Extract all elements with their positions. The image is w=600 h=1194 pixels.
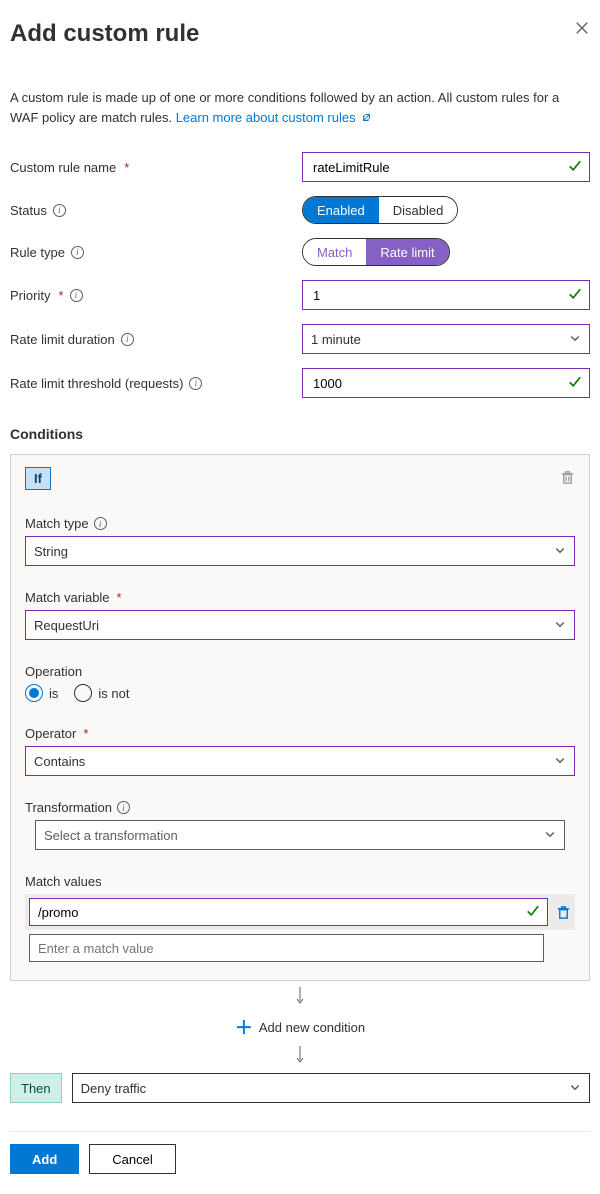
priority-label: Priority [10,288,50,303]
info-icon[interactable]: i [94,517,107,530]
threshold-label: Rate limit threshold (requests) [10,376,183,391]
required-asterisk: * [83,726,88,741]
delete-match-value-button[interactable] [556,905,571,920]
operation-is-radio[interactable]: is [25,684,58,702]
valid-check-icon [526,904,540,921]
name-label: Custom rule name [10,160,116,175]
match-value-input[interactable] [29,898,548,926]
match-type-label: Match type [25,516,89,531]
info-icon[interactable]: i [53,204,66,217]
chevron-down-icon [544,828,556,843]
valid-check-icon [568,287,582,304]
status-label: Status [10,203,47,218]
match-variable-label: Match variable [25,590,110,605]
operation-isnot-radio[interactable]: is not [74,684,129,702]
match-values-label: Match values [25,874,102,889]
arrow-connector-icon [10,1046,590,1067]
add-condition-label: Add new condition [259,1020,365,1035]
intro-text: A custom rule is made up of one or more … [10,88,590,127]
duration-value: 1 minute [311,332,361,347]
ruletype-match[interactable]: Match [303,239,366,265]
match-type-value: String [34,544,68,559]
info-icon[interactable]: i [70,289,83,302]
status-toggle: Enabled Disabled [302,196,458,224]
arrow-connector-icon [10,987,590,1008]
info-icon[interactable]: i [117,801,130,814]
close-button[interactable] [574,20,590,36]
radio-icon [74,684,92,702]
operator-select[interactable]: Contains [25,746,575,776]
operator-label: Operator [25,726,76,741]
transformation-select[interactable]: Select a transformation [35,820,565,850]
ruletype-label: Rule type [10,245,65,260]
valid-check-icon [568,375,582,392]
required-asterisk: * [117,590,122,605]
operation-label: Operation [25,664,82,679]
then-badge: Then [10,1073,62,1103]
match-type-select[interactable]: String [25,536,575,566]
external-link-icon [361,112,372,123]
delete-condition-button[interactable] [560,470,575,488]
match-value-row [25,894,575,930]
ruletype-toggle: Match Rate limit [302,238,450,266]
rule-name-input[interactable] [302,152,590,182]
priority-input[interactable] [302,280,590,310]
learn-more-link[interactable]: Learn more about custom rules [176,110,373,125]
info-icon[interactable]: i [189,377,202,390]
required-asterisk: * [58,288,63,303]
status-disabled[interactable]: Disabled [379,197,458,223]
then-action-value: Deny traffic [81,1081,147,1096]
transformation-placeholder: Select a transformation [44,828,178,843]
add-button[interactable]: Add [10,1144,79,1174]
chevron-down-icon [554,618,566,633]
info-icon[interactable]: i [71,246,84,259]
match-variable-value: RequestUri [34,618,99,633]
then-action-select[interactable]: Deny traffic [72,1073,590,1103]
trash-icon [556,905,571,920]
trash-icon [560,470,575,485]
plus-icon: ＋ [235,1014,253,1040]
cancel-button[interactable]: Cancel [89,1144,175,1174]
condition-block: If Match type i String Match variable * R… [10,454,590,981]
chevron-down-icon [569,332,581,347]
required-asterisk: * [124,160,129,175]
footer-divider [10,1131,590,1132]
info-icon[interactable]: i [121,333,134,346]
status-enabled[interactable]: Enabled [303,197,379,223]
transformation-label: Transformation [25,800,112,815]
add-condition-button[interactable]: ＋ Add new condition [10,1014,590,1040]
chevron-down-icon [554,754,566,769]
chevron-down-icon [554,544,566,559]
operator-value: Contains [34,754,85,769]
match-value-new-input[interactable] [29,934,544,962]
operation-isnot-label: is not [98,686,129,701]
close-icon [575,21,589,35]
ruletype-ratelimit[interactable]: Rate limit [366,239,448,265]
radio-icon [25,684,43,702]
conditions-title: Conditions [10,426,590,442]
duration-select[interactable]: 1 minute [302,324,590,354]
threshold-input[interactable] [302,368,590,398]
page-title: Add custom rule [10,20,199,48]
valid-check-icon [568,159,582,176]
match-variable-select[interactable]: RequestUri [25,610,575,640]
chevron-down-icon [569,1081,581,1096]
if-badge: If [25,467,51,490]
duration-label: Rate limit duration [10,332,115,347]
operation-is-label: is [49,686,58,701]
